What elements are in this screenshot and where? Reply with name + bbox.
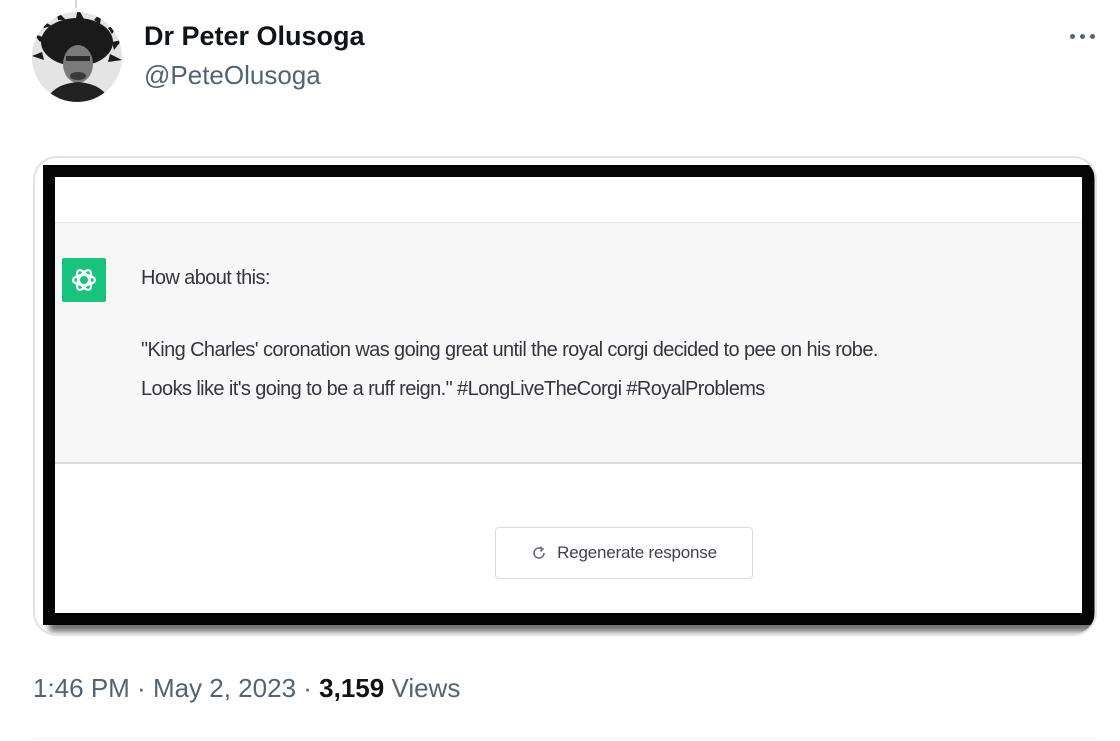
regenerate-label: Regenerate response <box>557 543 717 562</box>
chatgpt-response-line-2: Looks like it's going to be a ruff reign… <box>141 378 765 400</box>
meta-separator: · <box>296 673 320 703</box>
tweet-date[interactable]: May 2, 2023 <box>153 673 296 703</box>
divider <box>33 738 1097 739</box>
author-display-name[interactable]: Dr Peter Olusoga <box>144 21 365 52</box>
avatar[interactable] <box>32 12 122 102</box>
screenshot-header-area <box>55 177 1082 223</box>
tweet-time[interactable]: 1:46 PM <box>33 673 130 703</box>
refresh-icon <box>533 546 545 559</box>
avatar-photo <box>32 12 122 102</box>
tweet-metadata: 1:46 PM · May 2, 2023 · 3,159 Views <box>33 673 460 704</box>
more-options-button[interactable] <box>1060 18 1104 54</box>
openai-logo-icon <box>62 258 106 302</box>
views-label: Views <box>391 673 461 703</box>
chatgpt-message: How about this: "King Charles' coronatio… <box>55 223 1082 464</box>
regenerate-response-button: Regenerate response <box>495 527 753 579</box>
views-count: 3,159 <box>319 673 385 703</box>
thread-connector <box>75 0 77 8</box>
more-dots-icon <box>1069 33 1075 39</box>
tweet-media-image[interactable]: How about this: "King Charles' coronatio… <box>33 156 1097 636</box>
author-handle[interactable]: @PeteOlusoga <box>144 60 321 91</box>
tweet: Dr Peter Olusoga @PeteOlusoga How about … <box>0 0 1120 741</box>
chatgpt-response-line-1: "King Charles' coronation was going grea… <box>141 339 878 361</box>
meta-separator: · <box>129 673 153 703</box>
more-dots-icon <box>1079 33 1085 39</box>
chatgpt-intro-text: How about this: <box>141 267 270 289</box>
more-dots-icon <box>1089 33 1095 39</box>
chatgpt-screenshot: How about this: "King Charles' coronatio… <box>43 165 1094 625</box>
